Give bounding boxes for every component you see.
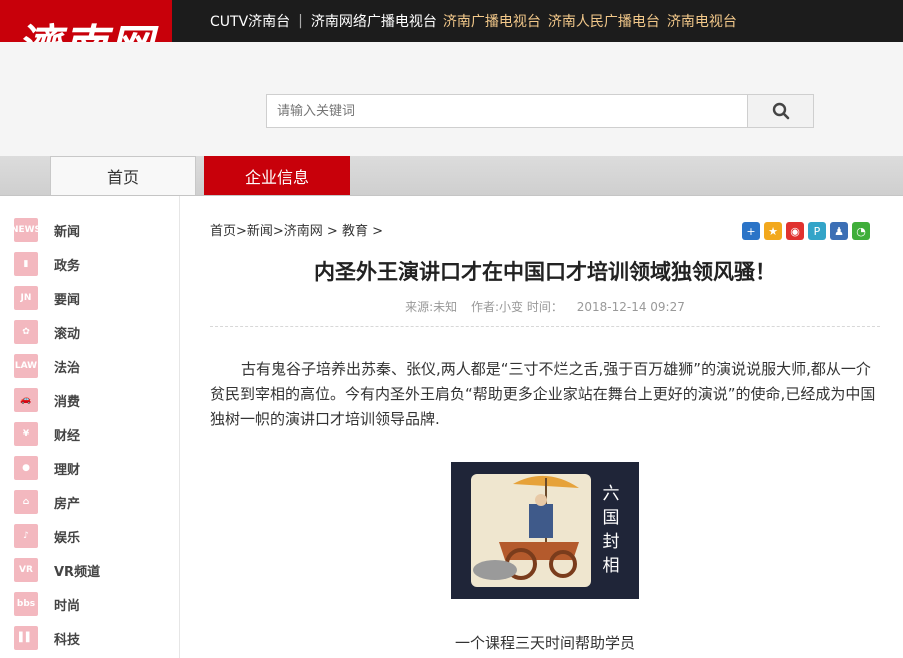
- fashion-icon: bbs: [14, 592, 38, 616]
- headline-icon: JN: [14, 286, 38, 310]
- article-author: 作者:小变: [471, 300, 524, 314]
- government-icon: ▮: [14, 252, 38, 276]
- tab-home[interactable]: 首页: [50, 156, 196, 195]
- sidebar-item-scroll[interactable]: ✿ 滚动: [14, 319, 80, 345]
- article-meta: 来源:未知 作者:小变 时间： 2018-12-14 09:27: [210, 298, 880, 315]
- header: [0, 42, 903, 156]
- tech-icon: ▌▌: [14, 626, 38, 650]
- house-icon: ⌂: [14, 490, 38, 514]
- consume-icon: 🚗: [14, 388, 38, 412]
- money-icon: ●: [14, 456, 38, 480]
- sidebar-item-government[interactable]: ▮ 政务: [14, 251, 80, 277]
- sidebar-item-label: 滚动: [54, 326, 81, 342]
- weibo-icon[interactable]: ◉: [786, 222, 804, 240]
- sidebar-item-label: 房产: [54, 496, 81, 512]
- news-icon: NEWS: [11, 218, 41, 242]
- top-link-tv[interactable]: 济南电视台: [667, 11, 737, 31]
- sidebar-item-entertainment[interactable]: ♪ 娱乐: [14, 523, 80, 549]
- sidebar-item-tech[interactable]: ▌▌ 科技: [14, 625, 80, 651]
- sidebar-item-label: 财经: [54, 428, 81, 444]
- scroll-icon: ✿: [14, 320, 38, 344]
- tab-enterprise-info[interactable]: 企业信息: [204, 156, 350, 195]
- top-link-network-tv[interactable]: 济南网络广播电视台: [311, 11, 437, 31]
- sidebar-item-consume[interactable]: 🚗 消费: [14, 387, 80, 413]
- sidebar-item-label: 理财: [54, 462, 81, 478]
- image-caption: 六国封相: [602, 484, 620, 576]
- top-divider: |: [298, 13, 303, 29]
- sidebar-item-headline[interactable]: JN 要闻: [14, 285, 80, 311]
- search-button[interactable]: [747, 95, 813, 127]
- sidebar-item-money[interactable]: ● 理财: [14, 455, 80, 481]
- share-bar: + ★ ◉ P ♟ ◔: [742, 222, 870, 240]
- sidebar-item-label: 新闻: [54, 224, 81, 240]
- top-link-radio[interactable]: 济南人民广播电台: [548, 11, 660, 31]
- divider: [210, 326, 880, 327]
- article-time-label: 时间：: [526, 300, 563, 314]
- vr-icon: VR: [14, 558, 38, 582]
- star-icon[interactable]: ★: [764, 222, 782, 240]
- pinterest-icon[interactable]: P: [808, 222, 826, 240]
- article-caption: 一个课程三天时间帮助学员: [454, 634, 635, 652]
- sidebar-item-label: VR频道: [54, 564, 101, 580]
- sidebar-item-house[interactable]: ⌂ 房产: [14, 489, 80, 515]
- search-input[interactable]: [267, 95, 747, 127]
- sidebar: NEWS 新闻 ▮ 政务 JN 要闻 ✿ 滚动 LAW 法治 🚗 消费 ¥ 财经…: [0, 196, 180, 658]
- finance-icon: ¥: [14, 422, 38, 446]
- sidebar-item-label: 政务: [54, 258, 81, 274]
- top-links: CUTV济南台 | 济南网络广播电视台 济南广播电视台 济南人民广播电台 济南电…: [210, 0, 744, 42]
- top-link-broadcast-tv[interactable]: 济南广播电视台: [443, 11, 541, 31]
- entertainment-icon: ♪: [14, 524, 38, 548]
- sidebar-item-label: 消费: [54, 394, 81, 410]
- sidebar-item-label: 娱乐: [54, 530, 81, 546]
- sidebar-item-law[interactable]: LAW 法治: [14, 353, 80, 379]
- sidebar-item-finance[interactable]: ¥ 财经: [14, 421, 80, 447]
- wechat-icon[interactable]: ◔: [852, 222, 870, 240]
- sidebar-item-label: 法治: [54, 360, 81, 376]
- sidebar-item-label: 时尚: [54, 598, 81, 614]
- station-link[interactable]: CUTV济南台: [210, 11, 290, 31]
- law-icon: LAW: [14, 354, 38, 378]
- sidebar-item-vr[interactable]: VR VR频道: [14, 557, 100, 583]
- article-paragraph: 古有鬼谷子培养出苏秦、张仪,两人都是“三寸不烂之舌,强于百万雄狮”的演说说服大师…: [210, 360, 876, 428]
- people-icon[interactable]: ♟: [830, 222, 848, 240]
- article-image: 六国封相: [451, 462, 639, 599]
- sidebar-item-label: 要闻: [54, 292, 81, 308]
- sidebar-item-label: 科技: [54, 632, 81, 648]
- article-title: 内圣外王演讲口才在中国口才培训领域独领风骚！: [314, 260, 776, 284]
- breadcrumb[interactable]: 首页>新闻>济南网 > 教育 >: [210, 220, 383, 239]
- article-source: 来源:未知: [405, 300, 458, 314]
- search-box: [266, 94, 814, 128]
- sidebar-item-fashion[interactable]: bbs 时尚: [14, 591, 80, 617]
- article-time: 2018-12-14 09:27: [576, 300, 685, 314]
- sidebar-item-news[interactable]: NEWS 新闻: [11, 217, 81, 243]
- search-icon: [772, 102, 789, 120]
- main-nav: 首页 企业信息: [0, 156, 903, 196]
- plus-share-icon[interactable]: +: [742, 222, 760, 240]
